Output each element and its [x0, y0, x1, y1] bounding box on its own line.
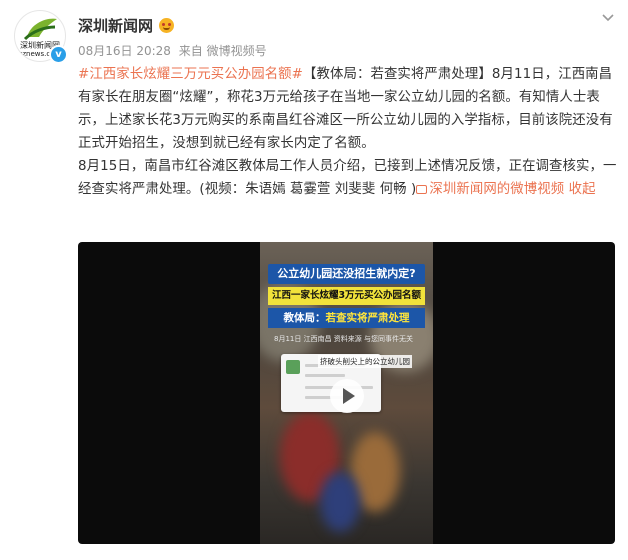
post-source: 来自 微博视频号	[178, 44, 267, 58]
avatar[interactable]: 深圳新闻网 sznews.com v	[14, 10, 68, 64]
video-headline-3-highlight: 若查实将严肃处理	[325, 312, 410, 324]
username[interactable]: 深圳新闻网	[78, 15, 153, 36]
post-paragraph-1: #江西家长炫耀三万元买公办园名额#【教体局：若查实将严肃处理】8月11日，江西南…	[78, 63, 618, 155]
video-blur-figure	[320, 472, 360, 532]
chat-avatar	[286, 360, 300, 374]
post-header: 深圳新闻网 08月16日 20:28 来自 微博视频号	[78, 13, 598, 59]
video-headline-2: 江西一家长炫耀3万元买公办园名额	[268, 287, 425, 305]
chat-line	[305, 374, 345, 377]
chat-caption: 挤破头削尖上的公立幼儿园	[318, 355, 412, 368]
video-frame[interactable]: 公立幼儿园还没招生就内定? 江西一家长炫耀3万元买公办园名额 教体局：若查实将严…	[260, 242, 433, 544]
sznews-logo-icon	[23, 18, 57, 41]
video-player[interactable]: 公立幼儿园还没招生就内定? 江西一家长炫耀3万元买公办园名额 教体局：若查实将严…	[78, 242, 615, 544]
video-subline: 8月11日 江西南昌 资料来源 与您同事件无关	[274, 335, 414, 343]
collapse-link[interactable]: 收起	[569, 182, 596, 197]
video-headline-3: 教体局：若查实将严肃处理	[268, 308, 425, 328]
play-icon[interactable]	[330, 379, 364, 413]
post-body: #江西家长炫耀三万元买公办园名额#【教体局：若查实将严肃处理】8月11日，江西南…	[78, 63, 618, 201]
hashtag-link[interactable]: #江西家长炫耀三万元买公办园名额#	[78, 67, 303, 82]
video-link-icon	[416, 185, 428, 194]
emoji-badge-icon	[159, 17, 175, 33]
video-headline-1: 公立幼儿园还没招生就内定?	[268, 264, 425, 284]
post-timestamp[interactable]: 08月16日 20:28	[78, 44, 171, 58]
post-paragraph-2: 8月15日，南昌市红谷滩区教体局工作人员介绍，已接到上述情况反馈，正在调查核实，…	[78, 155, 618, 201]
verified-badge-icon: v	[49, 45, 68, 64]
chevron-down-icon[interactable]	[598, 8, 618, 28]
post-meta: 08月16日 20:28 来自 微博视频号	[78, 42, 598, 59]
video-link[interactable]: 深圳新闻网的微博视频	[416, 182, 564, 197]
video-link-label[interactable]: 深圳新闻网的微博视频	[429, 182, 564, 197]
video-headline-3-prefix: 教体局：	[283, 312, 326, 324]
